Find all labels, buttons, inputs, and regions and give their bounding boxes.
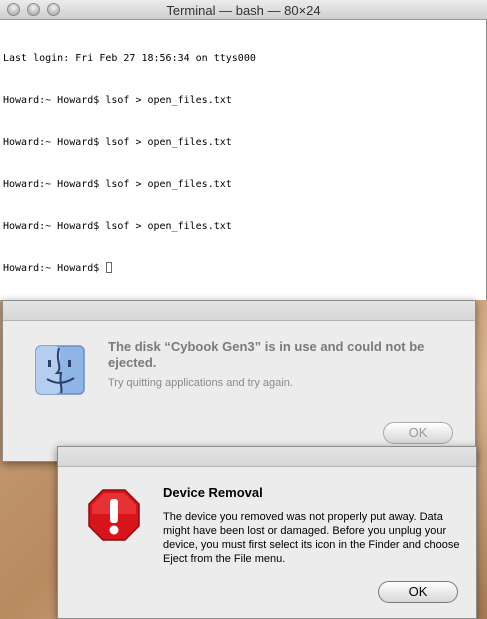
alert-message: Try quitting applications and try again. xyxy=(108,377,293,389)
disk-in-use-alert: The disk “Cybook Gen3” is in use and cou… xyxy=(2,300,476,462)
alert-titlebar xyxy=(58,447,476,467)
device-removal-alert: Device Removal The device you removed wa… xyxy=(57,446,477,619)
terminal-line: Last login: Fri Feb 27 18:56:34 on ttys0… xyxy=(3,53,256,64)
alert-heading: The disk “Cybook Gen3” is in use and cou… xyxy=(108,339,425,370)
terminal-output[interactable]: Last login: Fri Feb 27 18:56:34 on ttys0… xyxy=(3,24,483,304)
finder-icon xyxy=(35,345,85,395)
text-cursor xyxy=(106,262,113,273)
terminal-line: Howard:~ Howard$ lsof > open_files.txt xyxy=(3,179,232,190)
ok-button[interactable]: OK xyxy=(383,422,453,444)
stop-icon xyxy=(88,489,140,541)
terminal-prompt: Howard:~ Howard$ xyxy=(3,263,106,274)
terminal-line: Howard:~ Howard$ lsof > open_files.txt xyxy=(3,137,232,148)
alert-titlebar xyxy=(3,301,475,321)
terminal-window[interactable]: Terminal — bash — 80×24 Last login: Fri … xyxy=(0,0,487,300)
terminal-line: Howard:~ Howard$ lsof > open_files.txt xyxy=(3,221,232,232)
alert-message: The device you removed was not properly … xyxy=(163,511,460,565)
terminal-line: Howard:~ Howard$ lsof > open_files.txt xyxy=(3,95,232,106)
alert-heading: Device Removal xyxy=(163,485,263,500)
ok-button[interactable]: OK xyxy=(378,581,458,603)
terminal-prompt-line[interactable]: Howard:~ Howard$ xyxy=(3,262,483,276)
window-title: Terminal — bash — 80×24 xyxy=(166,3,321,18)
terminal-titlebar[interactable]: Terminal — bash — 80×24 xyxy=(0,0,487,20)
